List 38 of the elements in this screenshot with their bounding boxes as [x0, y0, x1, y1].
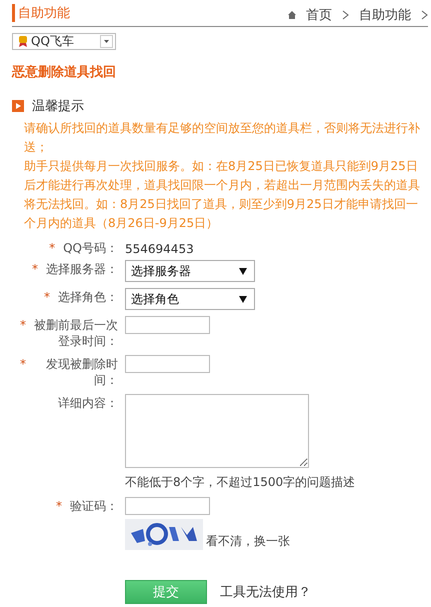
field-label: QQ号码： — [63, 240, 118, 256]
input-field[interactable] — [125, 497, 210, 515]
help-link[interactable]: 工具无法使用？ — [220, 583, 311, 601]
refresh-captcha-link[interactable]: 看不清，换一张 — [206, 533, 290, 550]
required-mark: * — [56, 499, 62, 513]
breadcrumb-link[interactable]: 首页 — [306, 6, 332, 24]
field-label: 验证码： — [70, 498, 118, 514]
dropdown-arrow-icon — [239, 296, 247, 302]
notice-text: 请确认所找回的道具数量有足够的空间放至您的道具栏，否则将无法进行补送； — [24, 120, 421, 156]
chevron-icon — [421, 10, 428, 20]
chevron-icon — [342, 10, 349, 20]
section-title: 自助功能 — [12, 4, 70, 22]
text-area[interactable] — [125, 394, 309, 468]
game-dropdown[interactable]: QQ飞车 — [12, 33, 116, 50]
field-label: 发现被删除时间： — [45, 356, 118, 388]
field-label: 选择服务器： — [46, 261, 118, 277]
required-mark: * — [32, 262, 38, 276]
field-label: 详细内容： — [58, 395, 118, 411]
notice-text: 助手只提供每月一次找回服务。如：在8月25日已恢复道具只能到9月25日后才能进行再次处理，道具找回限一个月内，若超出一月范围内丢失的道具将无法找回。如：8月25日找回了道具，则至少到9月25日才能申请找回一个月内的道具（8月26日-9月25日） — [24, 158, 421, 232]
select-dropdown[interactable]: 选择服务器 — [125, 260, 255, 282]
required-mark: * — [44, 290, 50, 304]
required-mark: * — [20, 357, 26, 371]
play-icon — [12, 100, 24, 112]
medal-icon — [18, 36, 28, 47]
select-dropdown[interactable]: 选择角色 — [125, 288, 255, 310]
input-field[interactable] — [125, 355, 210, 373]
hint-text: 不能低于8个字，不超过1500字的问题描述 — [125, 474, 356, 491]
required-mark: * — [20, 318, 26, 332]
home-icon — [288, 11, 296, 19]
required-mark: * — [49, 241, 56, 255]
qq-number: 554694453 — [125, 241, 194, 256]
dropdown-arrow-icon — [239, 268, 247, 274]
field-label: 被删前最后一次登录时间： — [34, 317, 118, 349]
notice-title: 温馨提示 — [32, 98, 84, 115]
breadcrumb-link[interactable]: 自助功能 — [359, 6, 411, 24]
field-label: 选择角色： — [58, 289, 118, 305]
input-field[interactable] — [125, 316, 210, 334]
page-title: 恶意删除道具找回 — [12, 64, 117, 81]
